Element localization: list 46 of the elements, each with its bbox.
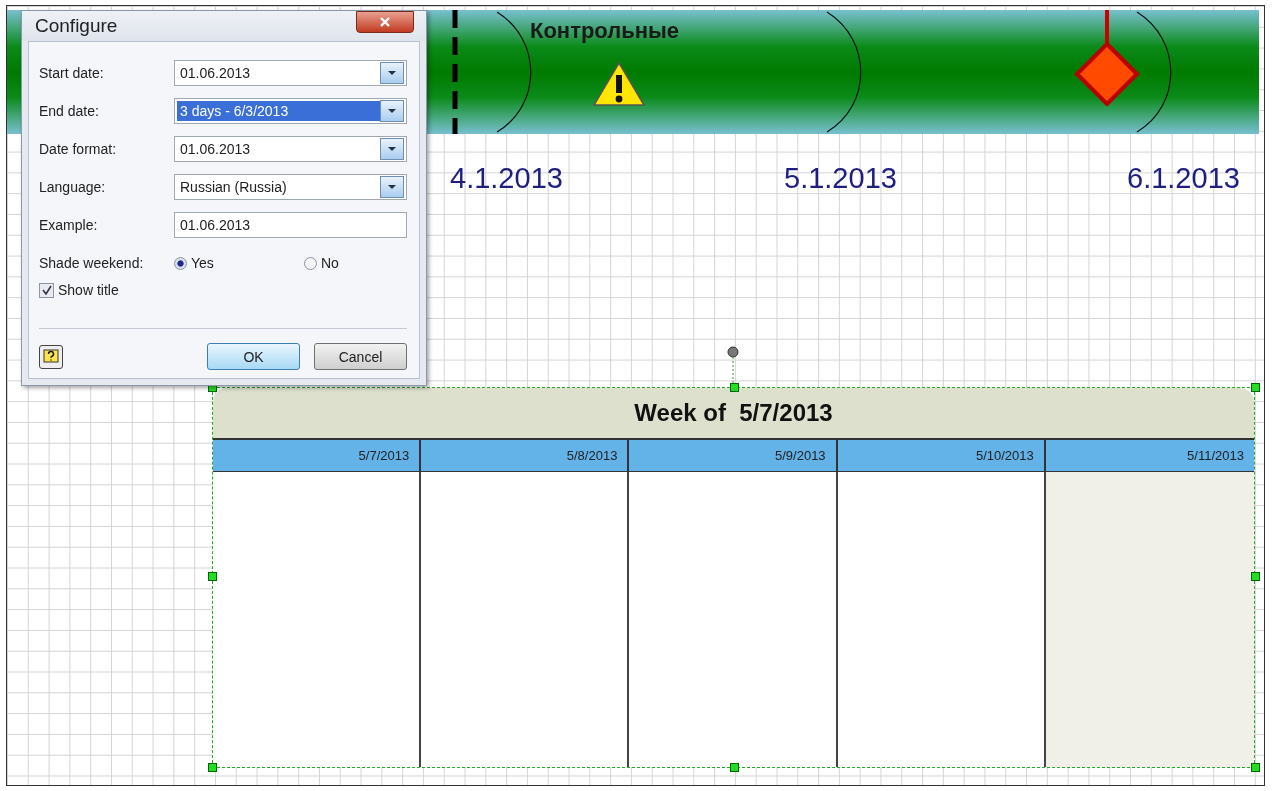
dropdown-caret-icon [388, 109, 396, 113]
day-header: 5/11/2013 [1045, 440, 1254, 472]
field-label: Language: [39, 179, 107, 195]
selection-handle[interactable] [208, 763, 217, 772]
ok-button[interactable]: OK [207, 343, 300, 370]
radio-option[interactable]: No [304, 255, 394, 271]
selection-handle[interactable] [1251, 572, 1260, 581]
show-title-checkbox[interactable]: Show title [39, 282, 407, 298]
calendar-title: Week of 5/7/2013 [213, 388, 1254, 440]
dropdown-field[interactable]: 3 days - 6/3/2013 [174, 98, 407, 124]
cancel-button[interactable]: Cancel [314, 343, 407, 370]
selection-handle[interactable] [1251, 383, 1260, 392]
dropdown-caret-icon [388, 71, 396, 75]
day-header: 5/8/2013 [421, 440, 630, 472]
text-field[interactable]: 01.06.2013 [174, 212, 407, 238]
day-header: 5/7/2013 [213, 440, 422, 472]
field-label: Shade weekend: [39, 255, 145, 271]
selection-handle[interactable] [730, 383, 739, 392]
timeline-date: 4.1.2013 [450, 162, 563, 195]
help-icon [43, 348, 59, 365]
field-label: Example: [39, 217, 99, 233]
warning-icon [592, 61, 646, 107]
rotation-handle[interactable] [727, 346, 739, 386]
selection-handle[interactable] [1251, 763, 1260, 772]
dropdown-field[interactable]: Russian (Russia) [174, 174, 407, 200]
dropdown-field[interactable]: 01.06.2013 [174, 136, 407, 162]
dialog-title: Configure [35, 15, 118, 37]
milestone-diamond-icon [1073, 10, 1141, 106]
selection-handle[interactable] [730, 763, 739, 772]
day-header: 5/10/2013 [837, 440, 1046, 472]
radio-option[interactable]: Yes [174, 255, 264, 271]
timeline-date: 5.1.2013 [784, 162, 897, 195]
dropdown-caret-icon [388, 147, 396, 151]
close-button[interactable] [356, 11, 414, 33]
checkmark-icon [41, 285, 52, 295]
timeline-title: Контрольные [530, 18, 680, 44]
day-header: 5/9/2013 [629, 440, 838, 472]
dropdown-field[interactable]: 01.06.2013 [174, 60, 407, 86]
field-label: Date format: [39, 141, 118, 157]
selection-handle[interactable] [208, 572, 217, 581]
field-label: Start date: [39, 65, 105, 81]
timeline-date: 6.1.2013 [1127, 162, 1240, 195]
close-icon [380, 17, 390, 27]
dropdown-caret-icon [388, 185, 396, 189]
help-button[interactable] [39, 344, 63, 369]
field-label: End date: [39, 103, 100, 119]
